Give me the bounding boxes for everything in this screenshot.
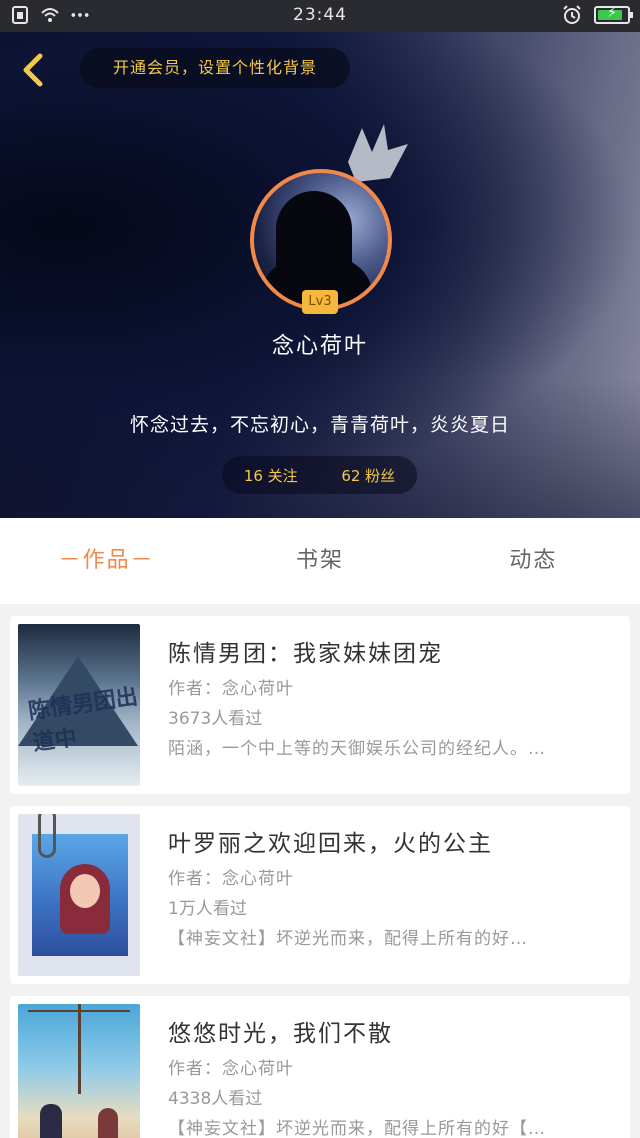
followers-count[interactable]: 62 粉丝 [341,465,395,486]
book-description: 陌涵，一个中上等的天御娱乐公司的经纪人。… [168,739,546,759]
book-views: 1万人看过 [168,899,247,919]
book-cover [18,814,140,976]
book-title: 陈情男团：我家妹妹团宠 [168,641,443,667]
paperclip-icon [38,814,56,858]
status-bar: 23:44 ⚡ [0,0,640,32]
username: 念心荷叶 [271,334,368,359]
charging-bolt-icon: ⚡ [607,5,617,21]
book-description: 【神妄文社】坏逆光而来，配得上所有的好… [168,929,528,949]
book-author: 作者：念心荷叶 [168,869,294,889]
book-cover [18,1004,140,1138]
book-title: 悠悠时光，我们不散 [168,1021,393,1047]
works-list: 陈情男团出道中 陈情男团：我家妹妹团宠 作者：念心荷叶 3673人看过 陌涵，一… [0,604,640,1138]
book-card[interactable]: 陈情男团出道中 陈情男团：我家妹妹团宠 作者：念心荷叶 3673人看过 陌涵，一… [10,616,630,794]
vip-background-banner[interactable]: 开通会员，设置个性化背景 [80,48,350,88]
book-author: 作者：念心荷叶 [168,679,294,699]
status-right: ⚡ [562,5,633,25]
back-icon[interactable] [14,50,54,90]
alarm-icon [563,5,581,24]
level-badge: Lv3 [302,290,338,314]
book-card[interactable]: 叶罗丽之欢迎回来，火的公主 作者：念心荷叶 1万人看过 【神妄文社】坏逆光而来，… [10,806,630,984]
follow-stats: 16 关注 62 粉丝 [222,456,417,494]
book-cover: 陈情男团出道中 [18,624,140,786]
battery-icon: ⚡ [594,5,633,24]
profile-header: 开通会员，设置个性化背景 Lv3 念心荷叶 怀念过去，不忘初心，青青荷叶，炎炎夏… [0,32,640,518]
book-views: 4338人看过 [168,1089,263,1109]
following-count[interactable]: 16 关注 [244,465,298,486]
book-card[interactable]: 悠悠时光，我们不散 作者：念心荷叶 4338人看过 【神妄文社】坏逆光而来，配得… [10,996,630,1138]
tab-works[interactable]: －作品－ [0,518,213,604]
book-author: 作者：念心荷叶 [168,1059,294,1079]
status-time: 23:44 [293,5,347,25]
crown-icon [348,124,408,182]
book-title: 叶罗丽之欢迎回来，火的公主 [168,831,493,857]
tab-bookshelf[interactable]: 书架 [213,518,426,604]
profile-tabs: －作品－ 书架 动态 [0,518,640,604]
book-views: 3673人看过 [168,709,263,729]
user-bio: 怀念过去，不忘初心，青青荷叶，炎炎夏日 [129,414,510,436]
tab-activity[interactable]: 动态 [427,518,640,604]
book-description: 【神妄文社】坏逆光而来，配得上所有的好【… [168,1119,546,1138]
